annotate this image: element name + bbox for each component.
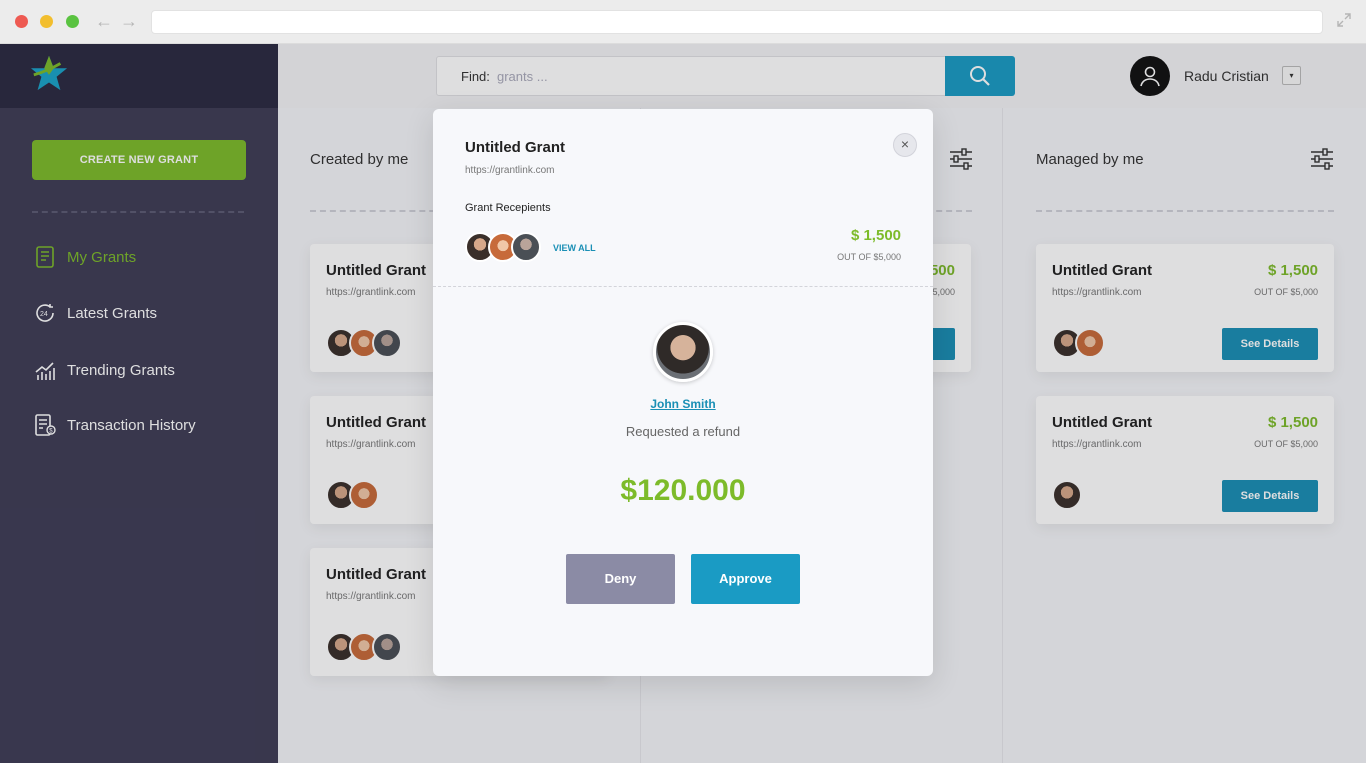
- close-icon[interactable]: ×: [893, 133, 917, 157]
- forward-arrow-icon[interactable]: →: [120, 11, 138, 31]
- close-window-dot[interactable]: [15, 15, 28, 28]
- refund-request-modal: Untitled Grant https://grantlink.com × G…: [433, 109, 933, 676]
- avatar: [511, 232, 541, 262]
- modal-grant-url[interactable]: https://grantlink.com: [465, 165, 554, 176]
- recipient-avatars[interactable]: [465, 232, 541, 262]
- view-all-link[interactable]: VIEW ALL: [553, 243, 596, 253]
- modal-grant-title: Untitled Grant: [465, 139, 565, 156]
- modal-divider: [433, 286, 933, 287]
- deny-button[interactable]: Deny: [566, 554, 675, 604]
- browser-chrome: ← →: [0, 0, 1366, 44]
- minimize-window-dot[interactable]: [40, 15, 53, 28]
- requester-name-link[interactable]: John Smith: [433, 397, 933, 411]
- refund-amount: $120.000: [620, 474, 746, 507]
- back-arrow-icon[interactable]: ←: [95, 11, 113, 31]
- recipients-label: Grant Recepients: [465, 202, 551, 214]
- approve-button[interactable]: Approve: [691, 554, 800, 604]
- requester-avatar: [653, 322, 713, 382]
- modal-out-of: OUT OF $5,000: [837, 252, 901, 262]
- expand-icon[interactable]: [1336, 12, 1352, 28]
- address-bar[interactable]: [151, 10, 1323, 34]
- maximize-window-dot[interactable]: [66, 15, 79, 28]
- request-text: Requested a refund: [625, 424, 741, 439]
- modal-amount: $ 1,500: [850, 227, 901, 244]
